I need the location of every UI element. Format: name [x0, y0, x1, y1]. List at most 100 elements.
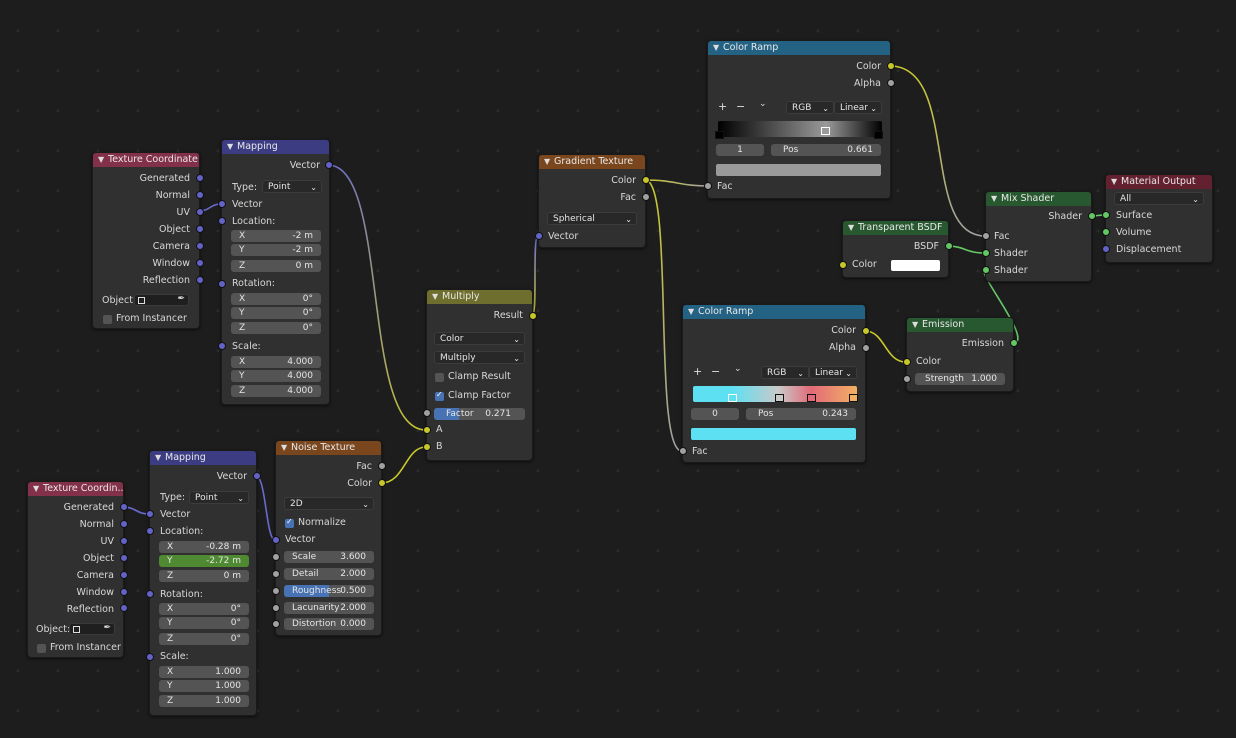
color-ramp-node-2[interactable]: ▼ Color Ramp Color Alpha + − ⌄ RGB ⌄ Linea…: [682, 304, 866, 463]
position-field[interactable]: Pos 0.243: [746, 408, 856, 420]
factor-field[interactable]: Factor 0.271: [434, 408, 525, 420]
socket-noise-scale[interactable]: [272, 553, 280, 561]
socket-ramp1-fac[interactable]: [704, 182, 712, 190]
socket-noise-distortion[interactable]: [272, 620, 280, 628]
color-ramp-gradient[interactable]: [718, 121, 882, 137]
blend-mode-dropdown[interactable]: Multiply ⌄: [434, 351, 525, 364]
collapse-chevron-icon[interactable]: ▼: [912, 318, 922, 332]
remove-stop-button[interactable]: −: [736, 100, 745, 113]
interpolation-dropdown[interactable]: Linear ⌄: [834, 101, 882, 114]
ramp-stop-2[interactable]: [807, 394, 816, 402]
target-dropdown[interactable]: All ⌄: [1114, 192, 1204, 205]
color-mode-dropdown[interactable]: RGB ⌄: [761, 366, 809, 379]
normalize-checkbox[interactable]: [285, 517, 294, 528]
socket-mapping2-location[interactable]: [146, 527, 154, 535]
noise-texture-node[interactable]: ▼Noise Texture Fac Color 2D ⌄ Normalize V…: [275, 440, 382, 636]
node-header[interactable]: ▼ Emission: [907, 318, 1013, 332]
socket-mapping2-out[interactable]: [253, 472, 261, 480]
node-header[interactable]: ▼ Texture Coordin...: [28, 482, 123, 496]
texture-coordinate-node-2[interactable]: ▼ Texture Coordin... Generated Normal UV …: [27, 481, 124, 658]
socket-noise-roughness[interactable]: [272, 587, 280, 595]
socket-mapping2-scale[interactable]: [146, 653, 154, 661]
socket-mapping2-rotation[interactable]: [146, 590, 154, 598]
color-mode-dropdown[interactable]: RGB ⌄: [786, 101, 834, 114]
collapse-chevron-icon[interactable]: ▼: [155, 451, 165, 465]
socket-output-surface[interactable]: [1102, 211, 1110, 219]
socket-mapping1-in[interactable]: [218, 200, 226, 208]
socket-mapping1-rotation[interactable]: [218, 280, 226, 288]
socket-mix-shader2[interactable]: [982, 266, 990, 274]
socket-noise-color[interactable]: [378, 479, 386, 487]
socket-mix-shader1[interactable]: [982, 249, 990, 257]
node-header[interactable]: ▼ Gradient Texture: [539, 155, 645, 169]
socket-output-displacement[interactable]: [1102, 245, 1110, 253]
collapse-chevron-icon[interactable]: ▼: [281, 441, 291, 455]
rotation-z-field[interactable]: Z 0°: [159, 633, 249, 645]
strength-field[interactable]: Strength 1.000: [915, 373, 1005, 385]
socket-ramp2-alpha[interactable]: [862, 344, 870, 352]
type-dropdown[interactable]: Point ⌄: [189, 491, 249, 504]
ramp-stop-3[interactable]: [849, 394, 858, 402]
color-swatch[interactable]: [891, 260, 940, 271]
socket-reflection[interactable]: [120, 604, 128, 612]
stop-index-field[interactable]: 0: [691, 408, 739, 420]
collapse-chevron-icon[interactable]: ▼: [688, 305, 698, 319]
stop-color-swatch[interactable]: [691, 428, 856, 440]
node-header[interactable]: ▼ Texture Coordinate: [93, 153, 199, 167]
socket-gradient-fac[interactable]: [642, 193, 650, 201]
socket-noise-vector[interactable]: [272, 536, 280, 544]
dimensions-dropdown[interactable]: 2D ⌄: [284, 497, 374, 510]
socket-mapping1-scale[interactable]: [218, 342, 226, 350]
material-output-node[interactable]: ▼ Material Output All ⌄ Surface Volume Dis…: [1105, 174, 1213, 263]
texture-coordinate-node[interactable]: ▼ Texture Coordinate Generated Normal UV …: [92, 152, 200, 329]
clamp-result-checkbox[interactable]: [435, 373, 444, 382]
collapse-chevron-icon[interactable]: ▼: [1111, 175, 1121, 189]
from-instancer-checkbox[interactable]: [103, 315, 112, 324]
socket-camera[interactable]: [196, 242, 204, 250]
rotation-x-field[interactable]: X 0°: [159, 603, 249, 615]
add-stop-button[interactable]: +: [693, 365, 702, 378]
scale-x-field[interactable]: X 1.000: [159, 666, 249, 678]
gradient-texture-node[interactable]: ▼ Gradient Texture Color Fac Spherical ⌄ V…: [538, 154, 646, 248]
socket-emission-strength[interactable]: [903, 375, 911, 383]
distortion-field[interactable]: Distortion 0.000: [284, 618, 374, 630]
detail-field[interactable]: Detail 2.000: [284, 568, 374, 580]
socket-generated[interactable]: [196, 174, 204, 182]
node-header[interactable]: ▼ Mapping: [150, 451, 256, 465]
socket-multiply-a[interactable]: [423, 426, 431, 434]
socket-ramp1-alpha[interactable]: [887, 79, 895, 87]
emission-node[interactable]: ▼ Emission Emission Color Strength 1.000: [906, 317, 1014, 392]
rotation-y-field[interactable]: Y 0°: [159, 617, 249, 629]
stop-index-field[interactable]: 1: [716, 144, 764, 156]
data-type-dropdown[interactable]: Color ⌄: [434, 332, 525, 345]
scale-y-field[interactable]: Y 4.000: [231, 370, 321, 382]
location-z-field[interactable]: Z 0 m: [231, 260, 321, 272]
mapping-node-2[interactable]: ▼ Mapping Vector Type: Point ⌄ Vector Loca…: [149, 450, 257, 716]
multiply-node[interactable]: ▼ Multiply Result Color ⌄ Multiply ⌄ Clamp …: [426, 289, 533, 461]
collapse-chevron-icon[interactable]: ▼: [98, 153, 108, 167]
location-x-field[interactable]: X -2 m: [231, 230, 321, 242]
node-header[interactable]: ▼ Multiply: [427, 290, 532, 304]
socket-object[interactable]: [120, 554, 128, 562]
gradient-type-dropdown[interactable]: Spherical ⌄: [547, 212, 637, 225]
collapse-chevron-icon[interactable]: ▼: [713, 41, 723, 55]
socket-multiply-b[interactable]: [423, 443, 431, 451]
node-header[interactable]: ▼ Color Ramp: [683, 305, 865, 319]
socket-reflection[interactable]: [196, 276, 204, 284]
location-z-field[interactable]: Z 0 m: [159, 570, 249, 582]
socket-transparent-bsdf[interactable]: [945, 242, 953, 250]
socket-emission-out[interactable]: [1010, 339, 1018, 347]
socket-mapping1-out[interactable]: [325, 161, 333, 169]
socket-uv[interactable]: [196, 208, 204, 216]
socket-mix-fac[interactable]: [982, 232, 990, 240]
color-ramp-node[interactable]: ▼ Color Ramp Color Alpha + − ⌄ RGB ⌄ Linea…: [707, 40, 891, 199]
collapse-chevron-icon[interactable]: ▼: [848, 221, 858, 235]
socket-camera[interactable]: [120, 571, 128, 579]
location-y-field[interactable]: Y -2 m: [231, 244, 321, 256]
socket-window[interactable]: [120, 588, 128, 596]
position-field[interactable]: Pos 0.661: [771, 144, 881, 156]
socket-object[interactable]: [196, 225, 204, 233]
ramp-menu-chevron-icon[interactable]: ⌄: [759, 99, 767, 109]
ramp-stop-1-selected[interactable]: [821, 127, 830, 135]
socket-ramp1-color[interactable]: [887, 62, 895, 70]
